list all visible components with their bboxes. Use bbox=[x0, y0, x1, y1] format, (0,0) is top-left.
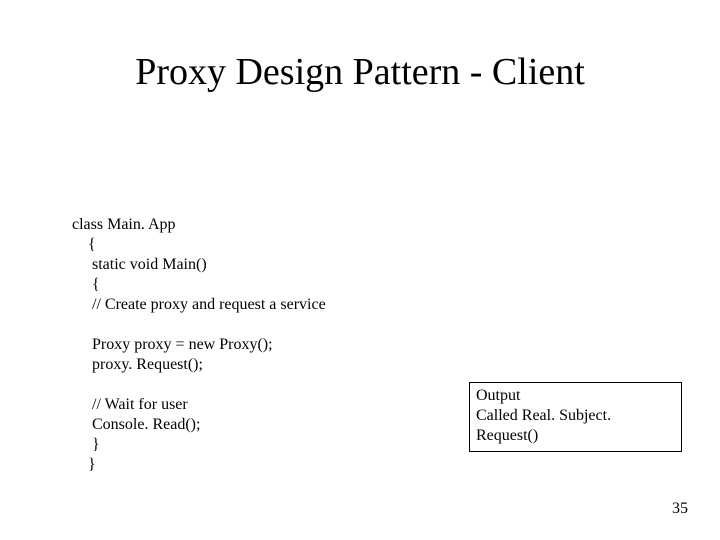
output-label: Output bbox=[476, 386, 675, 406]
code-line: static void Main() bbox=[72, 256, 207, 273]
code-line: // Wait for user bbox=[72, 396, 188, 413]
code-line: } bbox=[72, 436, 100, 453]
output-text: Called Real. Subject. Request() bbox=[476, 406, 675, 446]
code-block: class Main. App { static void Main() { /… bbox=[72, 195, 326, 495]
code-line: { bbox=[72, 236, 96, 253]
code-line: Proxy proxy = new Proxy(); bbox=[72, 336, 273, 353]
code-line: // Create proxy and request a service bbox=[72, 296, 326, 313]
output-box: Output Called Real. Subject. Request() bbox=[469, 382, 682, 452]
code-line: proxy. Request(); bbox=[72, 356, 203, 373]
slide-title: Proxy Design Pattern - Client bbox=[0, 50, 720, 94]
code-line: } bbox=[72, 456, 96, 473]
code-line: Console. Read(); bbox=[72, 416, 200, 433]
code-line: { bbox=[72, 276, 100, 293]
code-line: class Main. App bbox=[72, 216, 176, 233]
page-number: 35 bbox=[672, 500, 688, 518]
slide: Proxy Design Pattern - Client class Main… bbox=[0, 0, 720, 540]
